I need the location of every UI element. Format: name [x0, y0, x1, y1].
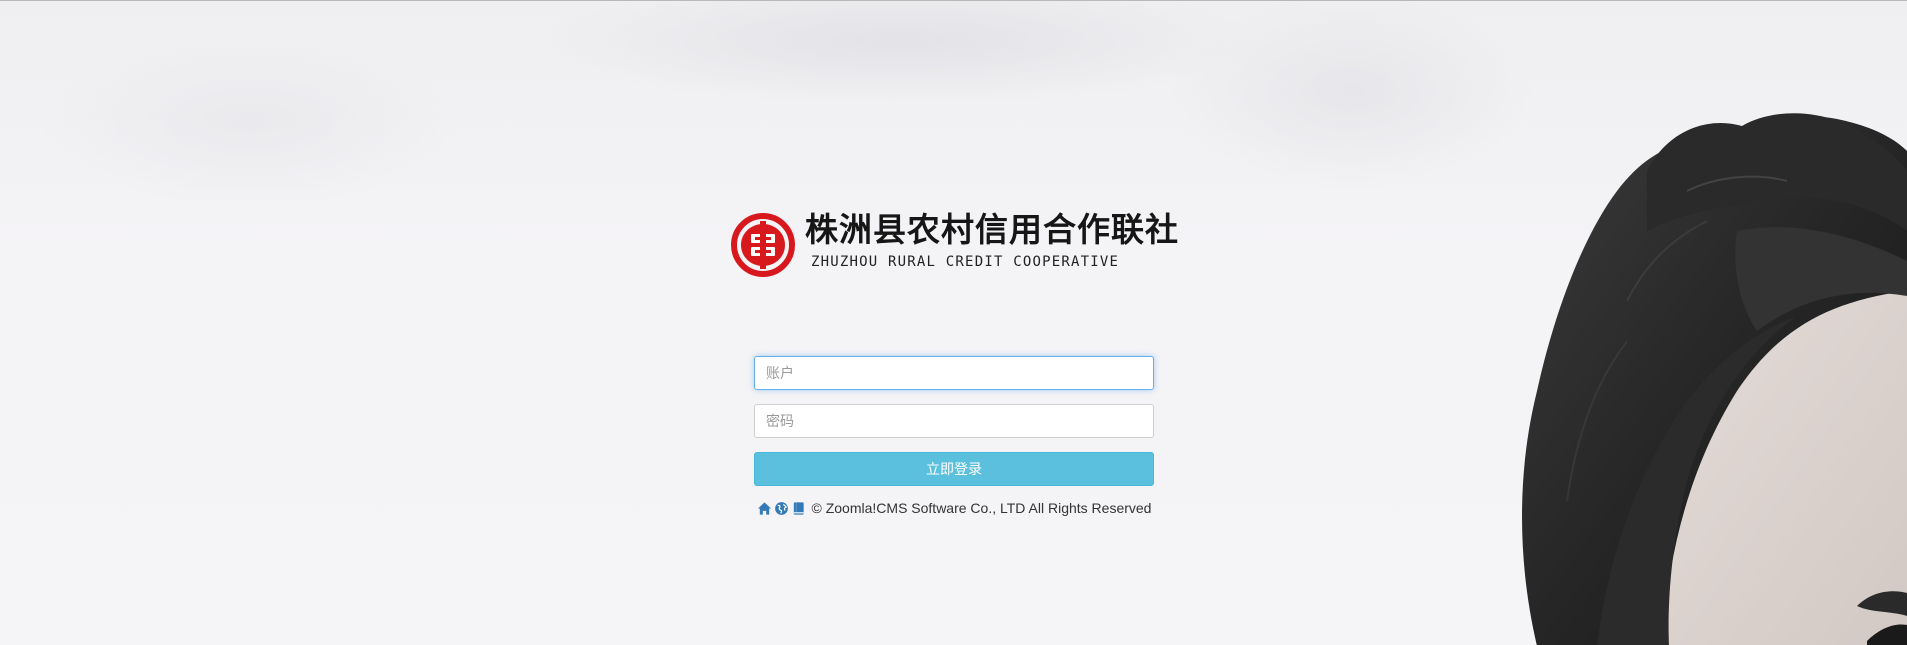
account-input[interactable]: [754, 356, 1154, 390]
rural-credit-emblem-icon: [731, 213, 795, 277]
background-portrait-image: [1522, 113, 1907, 645]
copyright-text: © Zoomla!CMS Software Co., LTD All Right…: [811, 500, 1152, 516]
login-page: 株洲县农村信用合作联社 ZHUZHOU RURAL CREDIT COOPERA…: [0, 0, 1907, 645]
login-button[interactable]: 立即登录: [754, 452, 1154, 486]
book-icon[interactable]: [791, 501, 806, 516]
brand-name-chinese: 株洲县农村信用合作联社: [805, 210, 1179, 249]
login-form: 立即登录 © Zoomla!CMS Software Co., LTD All …: [754, 356, 1154, 516]
globe-icon[interactable]: [774, 501, 789, 516]
password-input[interactable]: [754, 404, 1154, 438]
home-icon[interactable]: [757, 501, 772, 516]
brand-name-english: ZHUZHOU RURAL CREDIT COOPERATIVE: [811, 254, 1120, 270]
footer: © Zoomla!CMS Software Co., LTD All Right…: [754, 500, 1154, 516]
brand-logo: 株洲县农村信用合作联社 ZHUZHOU RURAL CREDIT COOPERA…: [731, 210, 1181, 277]
